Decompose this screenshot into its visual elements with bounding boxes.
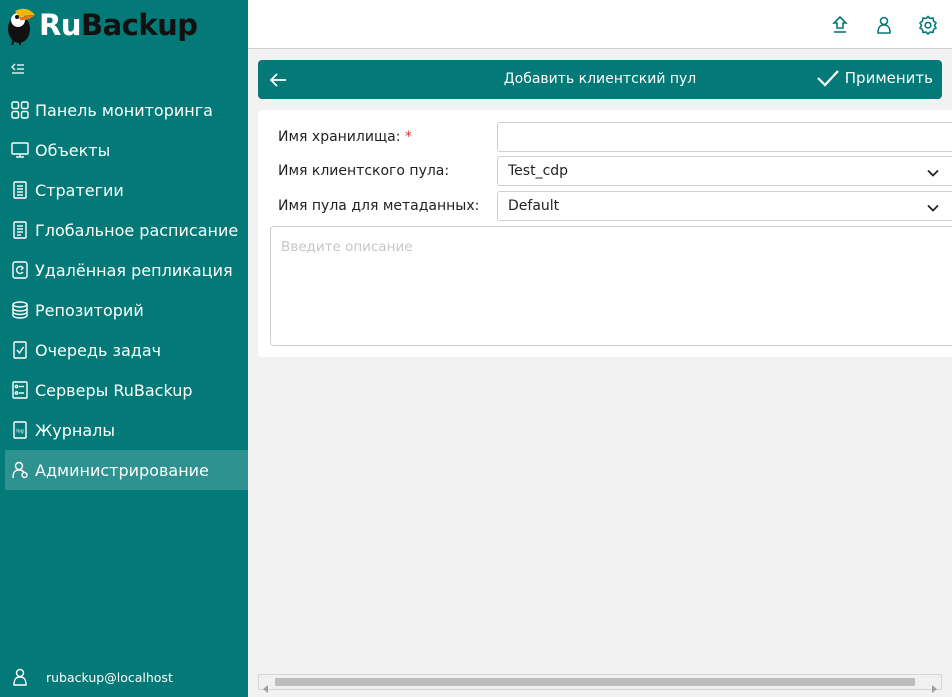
rubackup-logo: RuBackup	[5, 4, 198, 46]
sidebar-item-remote-replication[interactable]: Удалённая репликация	[0, 250, 248, 290]
description-textarea[interactable]: Введите описание	[270, 226, 952, 346]
client-pool-select[interactable]: Test_cdp	[497, 156, 952, 186]
sidebar-item-servers[interactable]: Серверы RuBackup	[0, 370, 248, 410]
sidebar-item-label: Стратегии	[35, 180, 124, 200]
sidebar-item-label: Панель мониторинга	[35, 100, 213, 120]
monitor-icon	[11, 141, 29, 159]
metadata-pool-select[interactable]: Default	[497, 191, 952, 221]
sidebar-item-label: Администрирование	[35, 460, 209, 480]
user-label: rubackup@localhost	[46, 669, 173, 685]
metadata-pool-label: Имя пула для метаданных:	[278, 198, 480, 214]
sidebar-item-label: Удалённая репликация	[35, 260, 233, 280]
sidebar-item-label: Объекты	[35, 140, 111, 160]
storage-name-input[interactable]	[497, 122, 952, 152]
log-icon: log	[11, 421, 29, 439]
apply-label: Применить	[844, 69, 933, 87]
storage-name-label-text: Имя хранилища:	[278, 129, 401, 145]
logo-backup: Backup	[80, 8, 198, 42]
storage-name-label: Имя хранилища: *	[278, 129, 412, 145]
chevron-down-icon	[926, 165, 940, 179]
toucan-logo-icon	[8, 8, 35, 45]
user-icon	[12, 668, 28, 686]
form-header: Добавить клиентский пул Применить	[258, 60, 942, 99]
server-icon	[11, 381, 29, 399]
chevron-down-icon	[926, 200, 940, 214]
scroll-right-icon[interactable]	[930, 678, 938, 693]
list-document-icon	[11, 221, 29, 239]
client-pool-label: Имя клиентского пула:	[278, 163, 450, 179]
svg-text:log: log	[16, 429, 24, 435]
sidebar-item-label: Глобальное расписание	[35, 220, 239, 240]
replication-icon	[11, 261, 29, 279]
document-icon	[11, 181, 29, 199]
form-panel: Имя хранилища: * Имя клиентского пула: T…	[258, 110, 952, 357]
horizontal-scrollbar[interactable]	[258, 674, 942, 693]
checklist-icon	[11, 341, 29, 359]
user-profile-icon[interactable]	[874, 15, 894, 35]
checkmark-icon	[816, 70, 839, 87]
sidebar-item-label: Серверы RuBackup	[35, 380, 193, 400]
sidebar-item-label: Журналы	[35, 420, 115, 440]
description-placeholder: Введите описание	[281, 239, 413, 255]
sidebar-item-administration[interactable]: Администрирование	[5, 450, 248, 490]
client-pool-value: Test_cdp	[508, 163, 569, 179]
collapse-sidebar-icon[interactable]	[10, 61, 26, 77]
logo-text: RuBackup	[39, 8, 198, 42]
logo-ru: Ru	[39, 8, 81, 42]
sidebar-item-label: Репозиторий	[35, 300, 144, 320]
sidebar-item-strategies[interactable]: Стратегии	[0, 170, 248, 210]
sidebar-item-global-schedule[interactable]: Глобальное расписание	[0, 210, 248, 250]
upload-icon[interactable]	[830, 15, 850, 35]
sidebar: RuBackup Панель мониторинга Объекты Стра…	[0, 0, 248, 697]
scrollbar-thumb[interactable]	[275, 678, 915, 686]
sidebar-item-task-queue[interactable]: Очередь задач	[0, 330, 248, 370]
apply-button[interactable]: Применить	[816, 68, 933, 88]
current-user[interactable]: rubackup@localhost	[12, 668, 173, 686]
settings-gear-icon[interactable]	[918, 15, 938, 36]
sidebar-item-logs[interactable]: log Журналы	[0, 410, 248, 450]
scroll-left-icon[interactable]	[262, 678, 270, 693]
required-mark: *	[404, 129, 412, 145]
admin-user-icon	[11, 461, 29, 479]
metadata-pool-value: Default	[508, 198, 560, 214]
sidebar-nav: Панель мониторинга Объекты Стратегии Гло…	[0, 90, 248, 490]
sidebar-item-monitoring[interactable]: Панель мониторинга	[0, 90, 248, 130]
sidebar-item-label: Очередь задач	[35, 340, 162, 360]
database-icon	[11, 301, 29, 319]
grid-icon	[11, 101, 29, 119]
sidebar-item-repository[interactable]: Репозиторий	[0, 290, 248, 330]
top-bar	[248, 0, 952, 49]
sidebar-item-objects[interactable]: Объекты	[0, 130, 248, 170]
